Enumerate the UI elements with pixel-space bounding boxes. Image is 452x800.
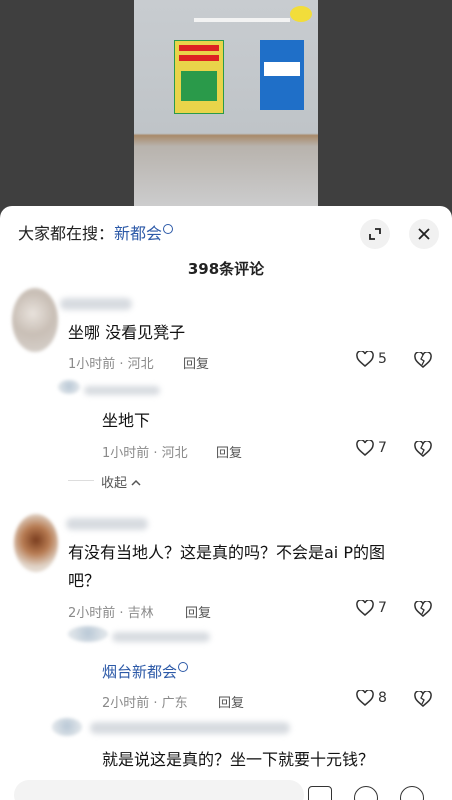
avatar[interactable] [12, 288, 58, 352]
search-prefix: 大家都在搜： [18, 224, 115, 243]
collapse-label: 收起 [101, 476, 128, 491]
reply-button[interactable]: 回复 [218, 692, 244, 711]
close-button[interactable] [409, 219, 439, 249]
username-blurred[interactable] [84, 386, 160, 395]
broken-heart-icon [414, 440, 432, 457]
like-count: 8 [378, 690, 387, 706]
like-button[interactable]: 7 [356, 440, 387, 456]
reply-button[interactable]: 回复 [185, 602, 211, 621]
comment-text-line2: 吧？ [68, 571, 101, 590]
comment-text: 坐哪 没看见凳子 [68, 323, 186, 342]
comment-text: 就是说这是真的？坐一下就要十元钱？ [102, 750, 375, 769]
linked-keyword-text: 烟台新都会 [102, 663, 178, 681]
video-background[interactable] [0, 0, 452, 215]
like-count: 7 [378, 440, 387, 456]
emoji-icon[interactable] [354, 786, 378, 800]
avatar[interactable] [52, 718, 82, 736]
like-button[interactable]: 7 [356, 600, 387, 616]
comment-text: 坐地下 [102, 411, 151, 430]
comment-meta: 1小时前 · 河北 [102, 446, 188, 461]
username-blurred[interactable] [66, 518, 148, 530]
dislike-button[interactable] [414, 440, 432, 461]
search-keyword[interactable]: 新都会 [114, 224, 162, 243]
video-frame [134, 0, 318, 215]
broken-heart-icon [414, 690, 432, 707]
username-blurred[interactable] [112, 632, 210, 642]
username-blurred[interactable] [90, 722, 290, 734]
expand-button[interactable] [360, 219, 390, 249]
comments-sheet: 大家都在搜：新都会 398条评论 坐哪 没看见凳子 1小时前 · 河北 回复 5… [0, 206, 452, 800]
collapse-button[interactable]: 收起 [101, 472, 141, 491]
heart-icon [356, 351, 374, 367]
sun-logo [290, 6, 312, 22]
at-icon[interactable] [308, 786, 332, 800]
like-button[interactable]: 8 [356, 690, 387, 706]
comment-meta: 2小时前 · 吉林 [68, 606, 154, 621]
poster-right [260, 40, 304, 110]
divider [68, 480, 94, 481]
search-suggestion[interactable]: 大家都在搜：新都会 [18, 220, 174, 244]
comment-meta: 2小时前 · 广东 [102, 696, 188, 711]
dislike-button[interactable] [414, 351, 432, 372]
dislike-button[interactable] [414, 690, 432, 711]
comment-meta: 1小时前 · 河北 [68, 357, 154, 372]
reply-button[interactable]: 回复 [183, 353, 209, 372]
avatar[interactable] [14, 514, 58, 572]
reply-button[interactable]: 回复 [216, 442, 242, 461]
heart-icon [356, 440, 374, 456]
close-icon [418, 228, 430, 240]
wall-ac-unit [194, 18, 290, 22]
expand-icon [369, 228, 381, 240]
search-icon [178, 662, 189, 672]
like-count: 5 [378, 351, 387, 367]
search-icon [163, 224, 174, 234]
avatar[interactable] [58, 380, 80, 394]
username-blurred[interactable] [60, 298, 132, 310]
avatar[interactable] [68, 626, 108, 642]
comments-count: 398条评论 [187, 260, 265, 278]
comment-input[interactable] [14, 780, 304, 800]
broken-heart-icon [414, 600, 432, 617]
dislike-button[interactable] [414, 600, 432, 621]
like-button[interactable]: 5 [356, 351, 387, 367]
poster-left [174, 40, 224, 114]
broken-heart-icon [414, 351, 432, 368]
send-icon[interactable] [400, 786, 424, 800]
heart-icon [356, 690, 374, 706]
heart-icon [356, 600, 374, 616]
like-count: 7 [378, 600, 387, 616]
comment-text-line1: 有没有当地人？这是真的吗？不会是ai P的图 [68, 543, 385, 562]
linked-keyword[interactable]: 烟台新都会 [102, 661, 189, 682]
chevron-up-icon [131, 479, 141, 486]
